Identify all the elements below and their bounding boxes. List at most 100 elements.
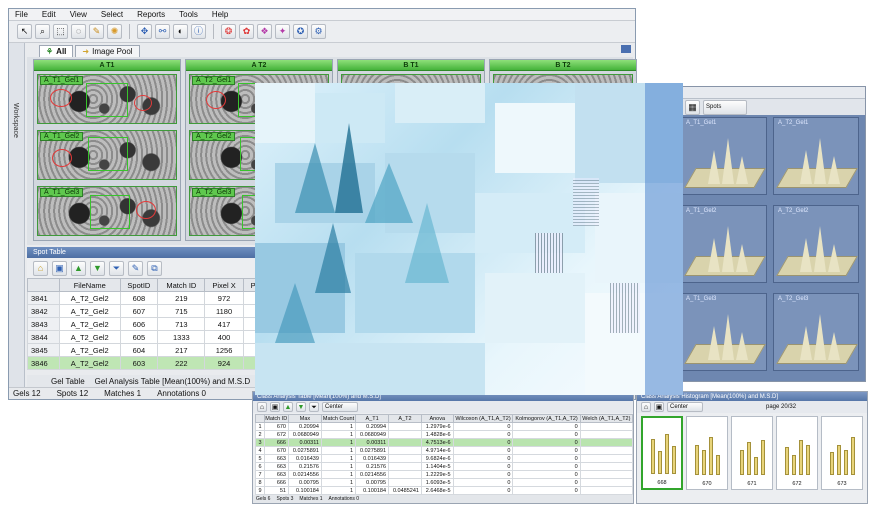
column-header[interactable]: Match ID [157, 278, 206, 292]
arrow-down-icon[interactable]: ▼ [296, 402, 306, 412]
menu-tools[interactable]: Tools [179, 10, 198, 19]
table-row[interactable]: 4 670 0.0275891 1 0.0275891 4.9714e-6 0 0 [255, 446, 634, 455]
workspace-sidebar[interactable]: Workspace [9, 43, 25, 395]
table-row[interactable]: 2 672 0.0680949 1 0.0680949 1.4828e-6 0 0 [255, 430, 634, 439]
spot-tool-icon[interactable]: ✺ [107, 24, 122, 39]
column-header[interactable]: Wilcoxon (A_T1,A_T2) [452, 414, 514, 423]
export-icon[interactable]: ⧉ [147, 260, 162, 276]
column-header[interactable]: Anova [420, 414, 454, 423]
gel-image[interactable]: A_T1_Gel3 [37, 186, 177, 236]
edit-spots-icon[interactable]: ✿ [239, 24, 254, 39]
3d-surface-cell[interactable]: A_T1_Gel3 [681, 293, 767, 371]
zoom-tool-icon[interactable]: ⌕ [35, 24, 50, 39]
histogram-cell[interactable]: 668 [641, 416, 683, 490]
tab-image-pool[interactable]: ➜ Image Pool [75, 45, 140, 57]
histogram-cell[interactable]: 671 [731, 416, 773, 490]
analysis-table: Match ID Max Match Count A_T1 A_T2 Anova Wilco… [255, 414, 634, 495]
table-cell: 0 [512, 478, 581, 487]
warp-icon[interactable]: ❖ [257, 24, 272, 39]
histogram-cell[interactable]: 673 [821, 416, 863, 490]
table-cell [388, 446, 422, 455]
menu-view[interactable]: View [70, 10, 87, 19]
save-icon[interactable]: ▣ [52, 260, 67, 276]
edit-icon[interactable]: ✎ [128, 260, 143, 276]
surface-peak [814, 138, 826, 184]
histogram-cell[interactable]: 672 [776, 416, 818, 490]
menu-reports[interactable]: Reports [137, 10, 165, 19]
pointer-tool-icon[interactable]: ↖ [17, 24, 32, 39]
maximize-button[interactable] [621, 45, 631, 53]
detect-spots-icon[interactable]: ❂ [221, 24, 236, 39]
home-icon[interactable]: ⌂ [257, 402, 267, 412]
rect-select-icon[interactable]: ⬚ [53, 24, 68, 39]
home-icon[interactable]: ⌂ [33, 260, 48, 276]
3d-surface-cell[interactable]: A_T2_Gel1 [773, 117, 859, 195]
link-tool-icon[interactable]: ⚯ [155, 24, 170, 39]
arrow-up-icon[interactable]: ▲ [283, 402, 293, 412]
table-row[interactable]: 3 666 0.00311 1 0.00311 4.7513e-6 0 0 [255, 438, 634, 447]
table-cell: 1180 [204, 304, 244, 318]
center-select[interactable]: Center [667, 402, 703, 412]
spots-select[interactable]: Spots [703, 99, 747, 115]
status-gels: Gels 6 [256, 496, 271, 502]
column-header[interactable] [255, 414, 265, 423]
contrast-icon[interactable]: ◐ [173, 24, 188, 39]
table-cell: 0 [452, 446, 514, 455]
pen-tool-icon[interactable]: ✎ [89, 24, 104, 39]
column-header[interactable]: SpotID [119, 278, 159, 292]
column-header[interactable]: Welch (A_T1,A_T2) [579, 414, 634, 423]
gel-image[interactable]: A_T1_Gel1 [37, 74, 177, 124]
table-row[interactable]: 8 666 0.00795 1 0.00795 1.6093e-5 0 0 [255, 478, 634, 487]
table-cell: 3 [255, 438, 265, 447]
arrow-down-icon[interactable]: ▼ [90, 260, 105, 276]
filter-icon[interactable]: ⏷ [109, 260, 124, 276]
table-row[interactable]: 7 663 0.0214556 1 0.0214556 1.2229e-5 0 0 [255, 470, 634, 479]
gel-column: A T1 A_T1_Gel1 A_T1_Gel2 A_T1_Gel3 [33, 59, 181, 241]
tab-gel-table[interactable]: Gel Table [51, 377, 85, 386]
menu-file[interactable]: File [15, 10, 28, 19]
3d-surface-cell[interactable]: A_T1_Gel1 [681, 117, 767, 195]
3d-surface-cell[interactable]: A_T2_Gel3 [773, 293, 859, 371]
column-header[interactable]: A_T2 [388, 414, 422, 423]
column-header[interactable]: Match Count [320, 414, 357, 423]
menu-help[interactable]: Help [212, 10, 228, 19]
filter-icon[interactable]: ⏷ [309, 402, 319, 412]
menu-edit[interactable]: Edit [42, 10, 56, 19]
column-header[interactable]: Match ID [263, 414, 290, 423]
column-header[interactable] [27, 278, 60, 292]
match-tool-icon[interactable]: ✥ [137, 24, 152, 39]
table-row[interactable]: 6 663 0.21576 1 0.21576 1.1404e-5 0 0 [255, 462, 634, 471]
3d-surface-cell[interactable]: A_T2_Gel2 [773, 205, 859, 283]
column-header[interactable]: FileName [58, 278, 121, 292]
tab-gel-analysis-table[interactable]: Gel Analysis Table [Mean(100%) and M.S.D [95, 377, 250, 386]
table-cell: 1 [320, 438, 357, 447]
column-header[interactable]: Max [288, 414, 322, 423]
tab-all[interactable]: ⚘ All [39, 45, 74, 57]
lasso-select-icon[interactable]: ◌ [71, 24, 86, 39]
grid-view-icon[interactable]: ▦ [685, 99, 700, 115]
table-row[interactable]: 9 51 0.100184 1 0.100184 0.0485241 2.6468e-5 0 0 [255, 486, 634, 495]
table-cell: 924 [204, 356, 244, 370]
table-cell: A_T2_Gel2 [58, 356, 121, 370]
save-icon[interactable]: ▣ [654, 402, 664, 412]
menu-select[interactable]: Select [101, 10, 123, 19]
spot-outline [206, 91, 226, 109]
analyze-icon[interactable]: ✪ [293, 24, 308, 39]
column-header[interactable]: A_T1 [355, 414, 390, 423]
info-icon[interactable]: ⓘ [191, 24, 206, 39]
histogram-cell[interactable]: 670 [686, 416, 728, 490]
table-cell: 0 [452, 470, 514, 479]
save-icon[interactable]: ▣ [270, 402, 280, 412]
table-row[interactable]: 1 670 0.20994 1 0.20994 1.2979e-6 0 0 [255, 422, 634, 431]
column-header[interactable]: Pixel X [204, 278, 244, 292]
table-row[interactable]: 5 663 0.016439 1 0.016439 9.6824e-6 0 0 [255, 454, 634, 463]
center-select[interactable]: Center [322, 402, 358, 412]
align-icon[interactable]: ✦ [275, 24, 290, 39]
column-header[interactable]: Kolmogorov (A_T1,A_T2) [512, 414, 581, 423]
report-icon[interactable]: ⚙ [311, 24, 326, 39]
arrow-up-icon[interactable]: ▲ [71, 260, 86, 276]
home-icon[interactable]: ⌂ [641, 402, 651, 412]
gel-image[interactable]: A_T1_Gel2 [37, 130, 177, 180]
3d-surface-cell[interactable]: A_T1_Gel2 [681, 205, 767, 283]
table-cell: 417 [204, 317, 244, 331]
